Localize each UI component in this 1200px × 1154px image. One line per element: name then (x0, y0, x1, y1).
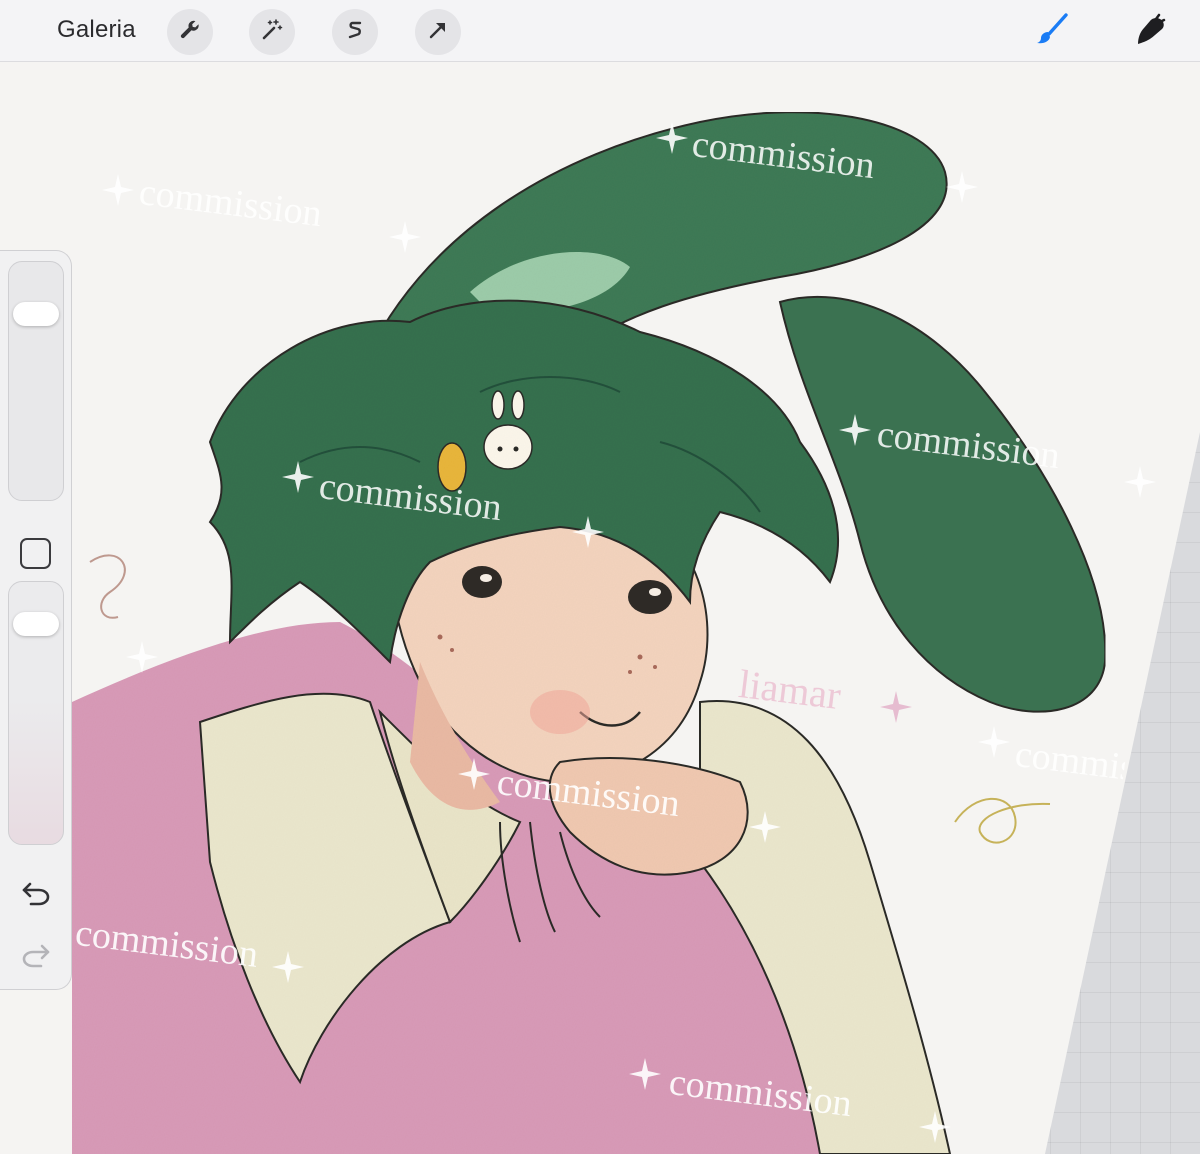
transform-arrow-icon (426, 18, 450, 47)
brush-icon (1034, 12, 1070, 53)
brush-opacity-slider[interactable] (8, 581, 64, 845)
top-toolbar: Galeria (0, 0, 1200, 62)
wrench-icon (178, 18, 202, 47)
transform-button[interactable] (415, 9, 461, 55)
gallery-button[interactable]: Galeria (57, 16, 136, 44)
brush-opacity-thumb[interactable] (13, 612, 59, 636)
magic-wand-icon (260, 18, 284, 47)
actions-button[interactable] (167, 9, 213, 55)
left-eye (462, 566, 502, 598)
modify-square-icon[interactable] (20, 538, 51, 569)
brush-size-thumb[interactable] (13, 302, 59, 326)
right-eye (628, 580, 672, 614)
left-sidebar (0, 250, 72, 990)
drawing-canvas[interactable]: commission commission commission commiss… (0, 62, 1200, 1154)
brush-size-slider[interactable] (8, 261, 64, 501)
undo-icon[interactable] (20, 879, 52, 907)
smudge-icon (1132, 12, 1168, 53)
smudge-button[interactable] (1128, 10, 1172, 54)
adjustments-button[interactable] (249, 9, 295, 55)
redo-icon[interactable] (20, 941, 52, 969)
selection-button[interactable] (332, 9, 378, 55)
brush-button[interactable] (1030, 10, 1074, 54)
selection-icon (343, 18, 367, 47)
